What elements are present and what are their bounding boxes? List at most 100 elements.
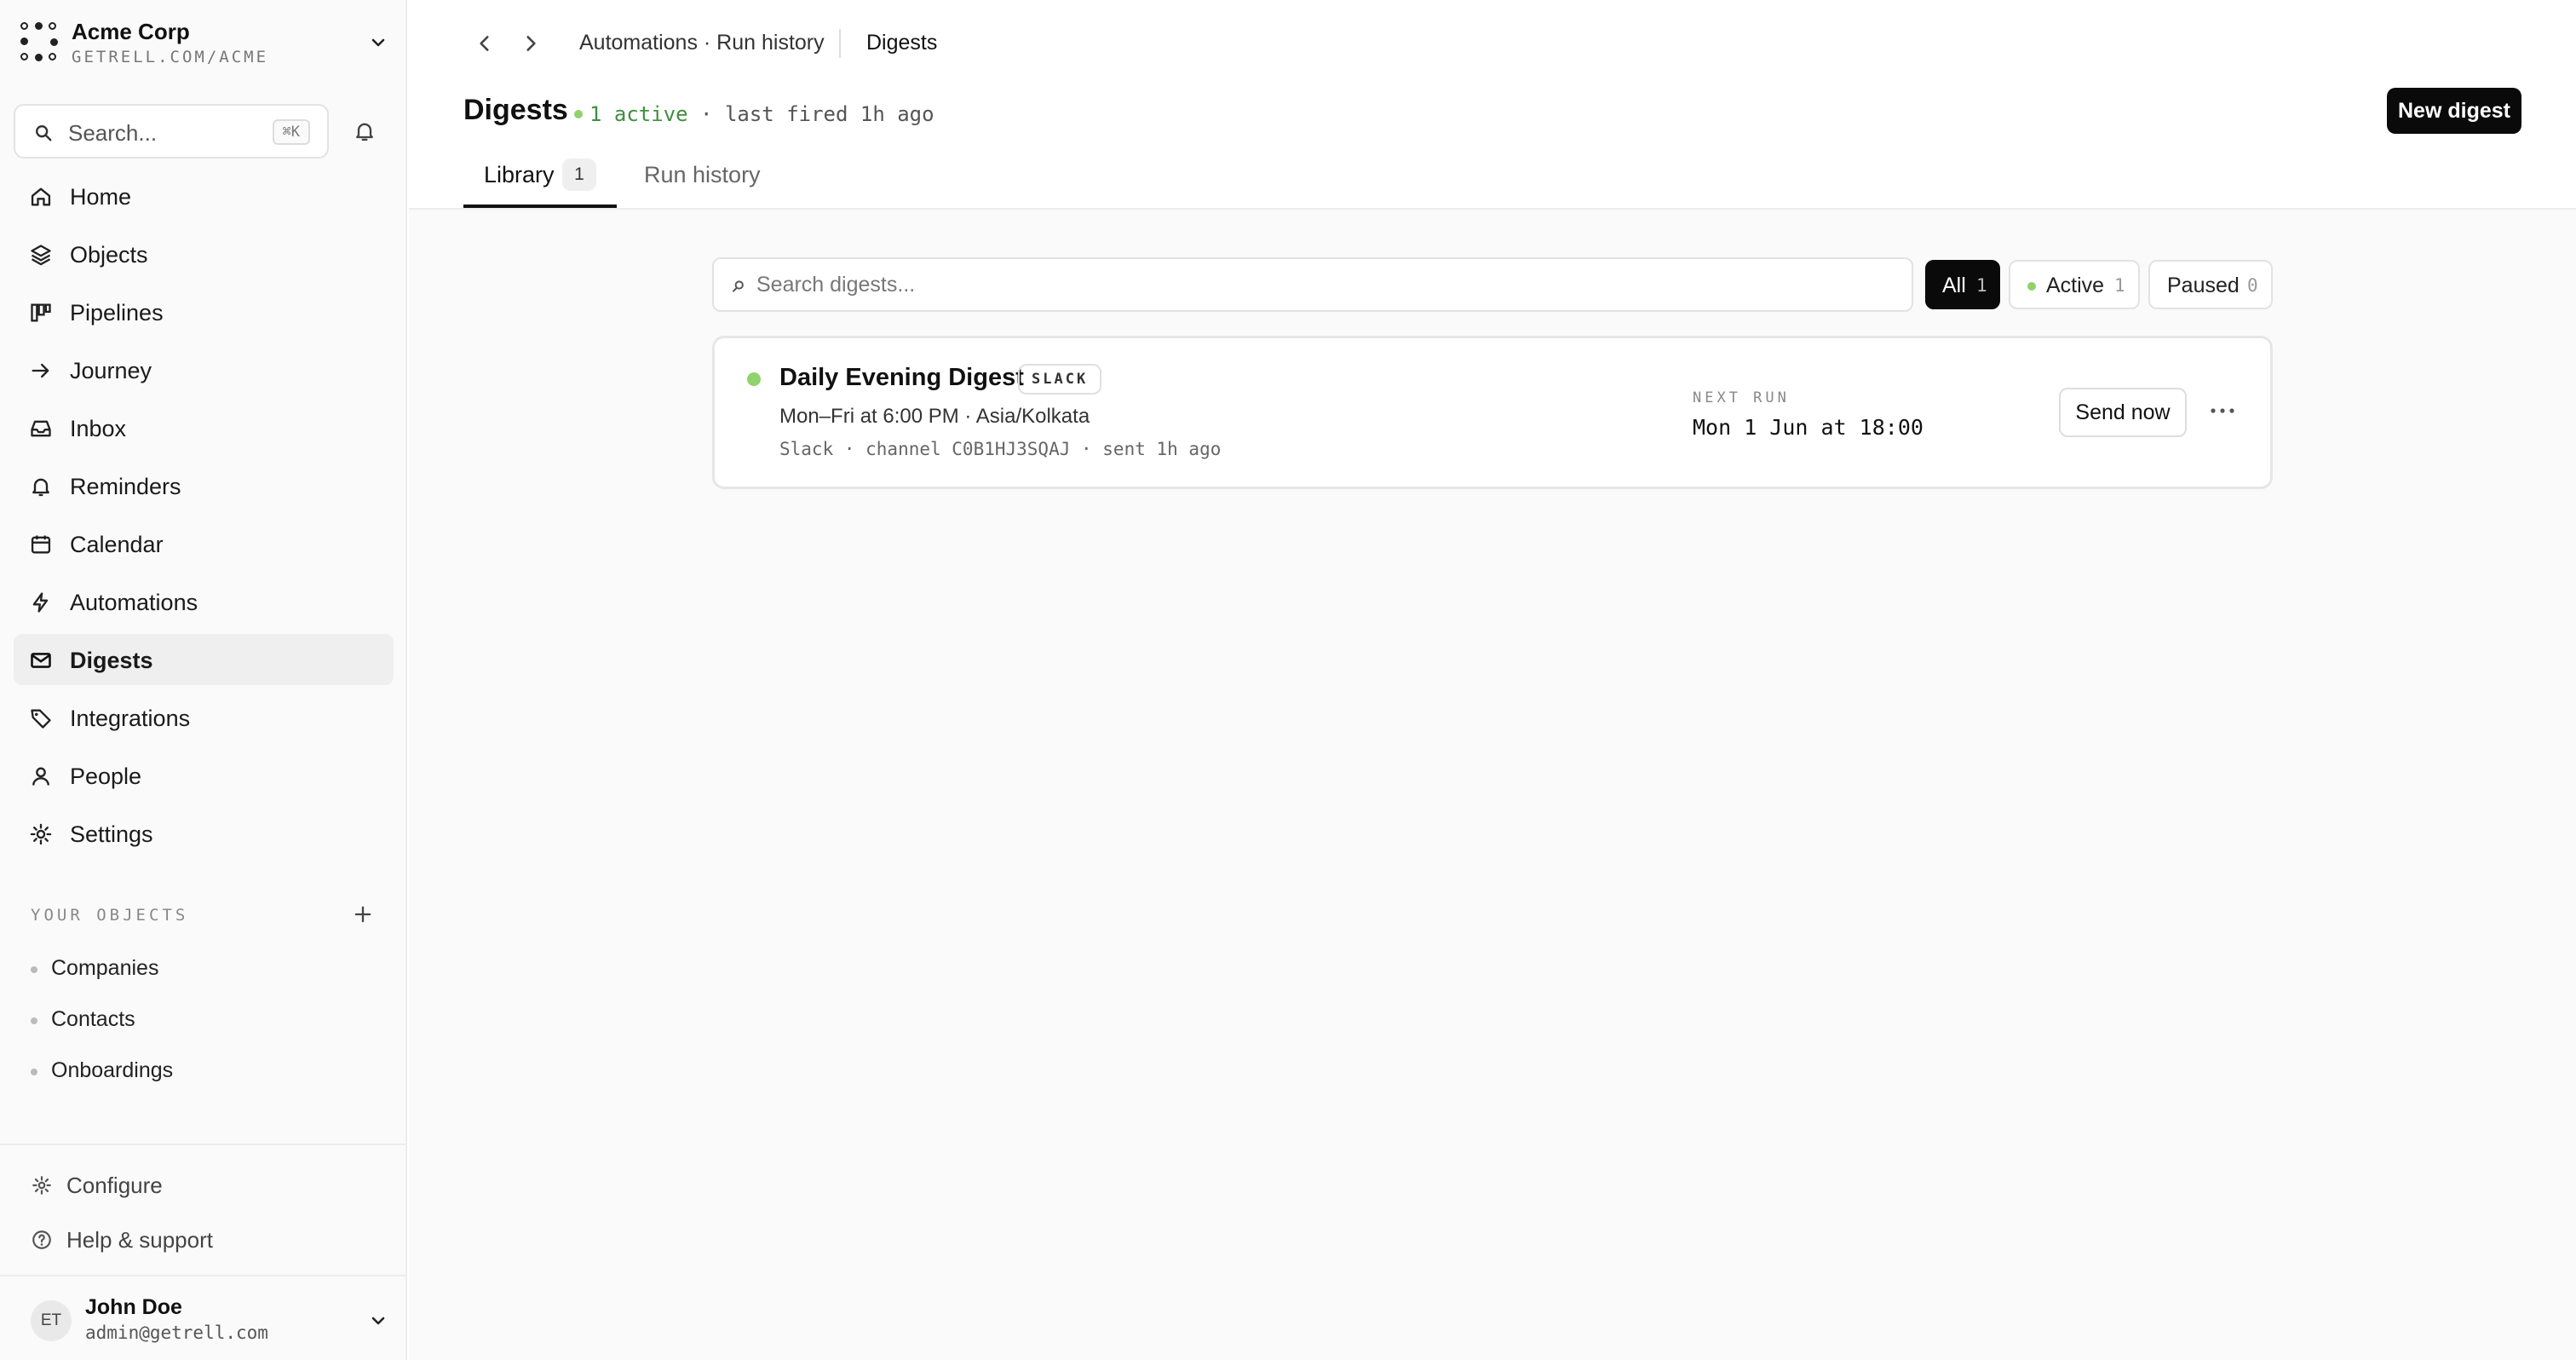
sidebar-item-label: People bbox=[70, 764, 142, 789]
sidebar-item-digests[interactable]: Digests bbox=[14, 634, 394, 685]
filter-chip-active[interactable]: Active 1 bbox=[2009, 260, 2140, 309]
calendar-icon bbox=[31, 535, 51, 554]
chip-label: All bbox=[1942, 274, 1966, 297]
sidebar-item-reminders[interactable]: Reminders bbox=[14, 460, 394, 511]
tab-count-badge: 1 bbox=[562, 158, 596, 191]
breadcrumb-divider bbox=[839, 29, 841, 58]
tab-label: Library bbox=[484, 162, 555, 187]
sidebar-item-automations[interactable]: Automations bbox=[14, 576, 394, 627]
bullet-icon bbox=[31, 1069, 37, 1075]
sparkle-gear-icon bbox=[32, 1176, 51, 1195]
breadcrumb-parent[interactable]: Automations · Run history bbox=[579, 31, 825, 55]
sidebar-nav: Home Objects Pipelines Journey Inbox Rem… bbox=[14, 170, 394, 866]
active-dot-icon bbox=[574, 110, 583, 118]
arrow-right-icon bbox=[32, 363, 49, 378]
tab-run-history[interactable]: Run history bbox=[644, 153, 780, 208]
sidebar-item-settings[interactable]: Settings bbox=[14, 808, 394, 859]
mail-icon bbox=[31, 653, 51, 668]
new-digest-button[interactable]: New digest bbox=[2387, 88, 2521, 134]
back-chevron-icon[interactable] bbox=[474, 31, 496, 56]
sidebar-item-label: Integrations bbox=[70, 706, 191, 731]
filter-chip-paused[interactable]: Paused 0 bbox=[2148, 260, 2273, 309]
org-url: GETRELL.COM/ACME bbox=[72, 48, 269, 66]
chip-count: 0 bbox=[2247, 275, 2258, 296]
status-last-fired: · last fired 1h ago bbox=[700, 102, 934, 126]
layers-icon bbox=[31, 245, 51, 266]
sidebar-item-label: Pipelines bbox=[70, 300, 164, 326]
org-logo-icon bbox=[20, 22, 58, 63]
digest-name: Daily Evening Digest bbox=[779, 364, 1024, 391]
bullet-icon bbox=[31, 1017, 37, 1024]
digest-meta: Slack · channel C0B1HJ3SQAJ · sent 1h ag… bbox=[779, 439, 1222, 459]
next-run-label: NEXT RUN bbox=[1693, 389, 1790, 406]
configure-label: Configure bbox=[66, 1173, 163, 1198]
search-icon bbox=[36, 125, 52, 141]
chip-label: Paused bbox=[2167, 274, 2240, 297]
sidebar-item-objects[interactable]: Objects bbox=[14, 228, 394, 279]
object-item-onboardings[interactable]: Onboardings bbox=[31, 1048, 388, 1099]
chevron-down-icon bbox=[371, 38, 385, 47]
tab-library[interactable]: Library 1 bbox=[463, 153, 617, 208]
object-item-label: Contacts bbox=[51, 1007, 135, 1031]
person-icon bbox=[32, 767, 49, 786]
digest-schedule: Mon–Fri at 6:00 PM · Asia/Kolkata bbox=[779, 405, 1090, 428]
object-item-label: Companies bbox=[51, 956, 159, 980]
sidebar-item-pipelines[interactable]: Pipelines bbox=[14, 286, 394, 337]
configure-link[interactable]: Configure bbox=[31, 1166, 388, 1208]
sidebar-item-label: Home bbox=[70, 184, 132, 210]
tab-label: Run history bbox=[644, 162, 761, 187]
sidebar-item-inbox[interactable]: Inbox bbox=[14, 402, 394, 453]
object-item-companies[interactable]: Companies bbox=[31, 946, 388, 997]
search-input[interactable]: Search... bbox=[68, 120, 157, 147]
help-label: Help & support bbox=[66, 1227, 213, 1253]
help-circle-icon bbox=[32, 1230, 51, 1249]
filter-chip-all[interactable]: All 1 bbox=[1925, 260, 2000, 309]
digest-card[interactable]: Daily Evening Digest SLACK Mon–Fri at 6:… bbox=[712, 336, 2273, 489]
sidebar-item-calendar[interactable]: Calendar bbox=[14, 518, 394, 569]
search-icon bbox=[733, 280, 744, 292]
sidebar-divider bbox=[0, 1144, 407, 1145]
object-item-contacts[interactable]: Contacts bbox=[31, 997, 388, 1048]
send-now-button[interactable]: Send now bbox=[2059, 388, 2187, 437]
digest-search[interactable]: Search digests... bbox=[712, 257, 1913, 312]
sidebar-item-people[interactable]: People bbox=[14, 750, 394, 801]
user-name: John Doe bbox=[85, 1295, 182, 1319]
inbox-icon bbox=[31, 420, 51, 437]
tag-icon bbox=[31, 709, 51, 729]
active-dot-icon bbox=[2027, 282, 2036, 291]
sidebar-search[interactable]: Search... ⌘K bbox=[14, 104, 329, 158]
org-switcher[interactable]: Acme Corp GETRELL.COM/ACME bbox=[19, 15, 394, 72]
sidebar-item-label: Objects bbox=[70, 242, 148, 268]
sidebar: Acme Corp GETRELL.COM/ACME Search... ⌘K … bbox=[0, 0, 407, 1360]
page-status: 1 active · last fired 1h ago bbox=[574, 102, 934, 126]
notifications-bell-icon[interactable] bbox=[353, 119, 377, 143]
header-divider bbox=[409, 208, 2576, 210]
bullet-icon bbox=[31, 966, 37, 973]
breadcrumb-current: Digests bbox=[866, 31, 938, 55]
chip-label: Active bbox=[2046, 274, 2105, 297]
sidebar-item-label: Calendar bbox=[70, 532, 164, 557]
digest-search-input[interactable]: Search digests... bbox=[756, 273, 915, 297]
page-title: Digests bbox=[463, 94, 568, 126]
sidebar-item-label: Inbox bbox=[70, 416, 127, 441]
chip-count: 1 bbox=[2114, 275, 2125, 296]
channel-badge: SLACK bbox=[1018, 364, 1102, 395]
your-objects-list: Companies Contacts Onboardings bbox=[31, 946, 388, 1099]
next-run-value: Mon 1 Jun at 18:00 bbox=[1693, 415, 1923, 440]
chevron-down-icon bbox=[371, 1317, 385, 1325]
org-name: Acme Corp bbox=[72, 19, 190, 44]
status-active-count: 1 active bbox=[589, 102, 688, 126]
sidebar-item-integrations[interactable]: Integrations bbox=[14, 692, 394, 743]
add-object-plus-icon[interactable] bbox=[351, 902, 375, 926]
sidebar-item-journey[interactable]: Journey bbox=[14, 344, 394, 395]
user-email: admin@getrell.com bbox=[85, 1323, 268, 1343]
help-link[interactable]: Help & support bbox=[31, 1220, 388, 1263]
user-menu[interactable]: ET John Doe admin@getrell.com bbox=[31, 1295, 388, 1350]
forward-chevron-icon[interactable] bbox=[520, 31, 542, 56]
sidebar-item-label: Reminders bbox=[70, 474, 181, 499]
sidebar-item-home[interactable]: Home bbox=[14, 170, 394, 222]
more-options-icon[interactable] bbox=[2205, 398, 2240, 424]
home-icon bbox=[31, 187, 51, 206]
bell-icon bbox=[32, 478, 49, 497]
avatar: ET bbox=[31, 1300, 72, 1341]
